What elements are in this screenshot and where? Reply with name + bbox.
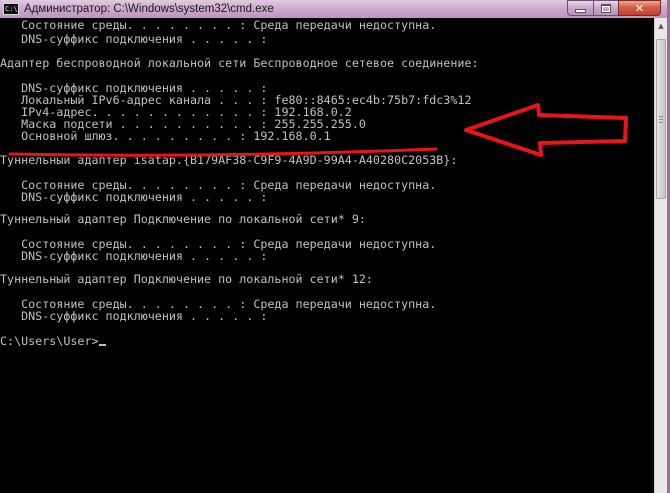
maximize-icon (601, 3, 611, 13)
title-bar[interactable]: C:\ Администратор: C:\Windows\system32\c… (0, 0, 667, 18)
console-line: DNS-суффикс подключения . . . . . : (0, 190, 268, 204)
cmd-app-icon-label: C:\ (5, 5, 18, 13)
vertical-scrollbar[interactable]: ▲ (654, 18, 667, 493)
window-controls: ✕ (567, 0, 661, 16)
thumb-grip (659, 116, 663, 117)
arrow-annotation-icon (464, 103, 628, 157)
close-icon: ✕ (634, 1, 645, 15)
console-line: Туннельный адаптер Подключение по локаль… (0, 212, 366, 226)
console-output[interactable]: Состояние среды. . . . . . . . : Среда п… (0, 18, 654, 493)
thumb-grip (659, 119, 663, 120)
console-line: Основной шлюз. . . . . . . . . : 192.168… (0, 129, 331, 143)
window-title: Администратор: C:\Windows\system32\cmd.e… (24, 3, 274, 15)
console-line: DNS-суффикс подключения . . . . . : (0, 309, 268, 323)
maximize-button[interactable] (593, 0, 618, 16)
console-line: Адаптер беспроводной локальной сети Бесп… (0, 56, 479, 70)
cmd-app-icon[interactable]: C:\ (3, 3, 19, 15)
text-cursor (98, 344, 106, 346)
minimize-button[interactable] (567, 0, 593, 16)
console-line: DNS-суффикс подключения . . . . . : (0, 32, 268, 46)
console-line: Туннельный адаптер Подключение по локаль… (0, 272, 373, 286)
console-prompt: C:\Users\User> (0, 334, 99, 348)
cmd-window: C:\ Администратор: C:\Windows\system32\c… (0, 0, 667, 493)
scrollbar-thumb[interactable] (656, 39, 666, 199)
close-button[interactable]: ✕ (618, 0, 661, 16)
thumb-grip (659, 122, 663, 123)
console-prompt-line[interactable]: C:\Users\User> (0, 334, 106, 348)
console-line: Состояние среды. . . . . . . . : Среда п… (0, 18, 437, 32)
scroll-up-arrow-icon[interactable]: ▲ (655, 18, 667, 33)
console-line: DNS-суффикс подключения . . . . . : (0, 249, 268, 263)
console-line: Туннельный адаптер isatap.{B179AF38-C9F9… (0, 153, 458, 167)
minimize-icon (575, 9, 586, 13)
